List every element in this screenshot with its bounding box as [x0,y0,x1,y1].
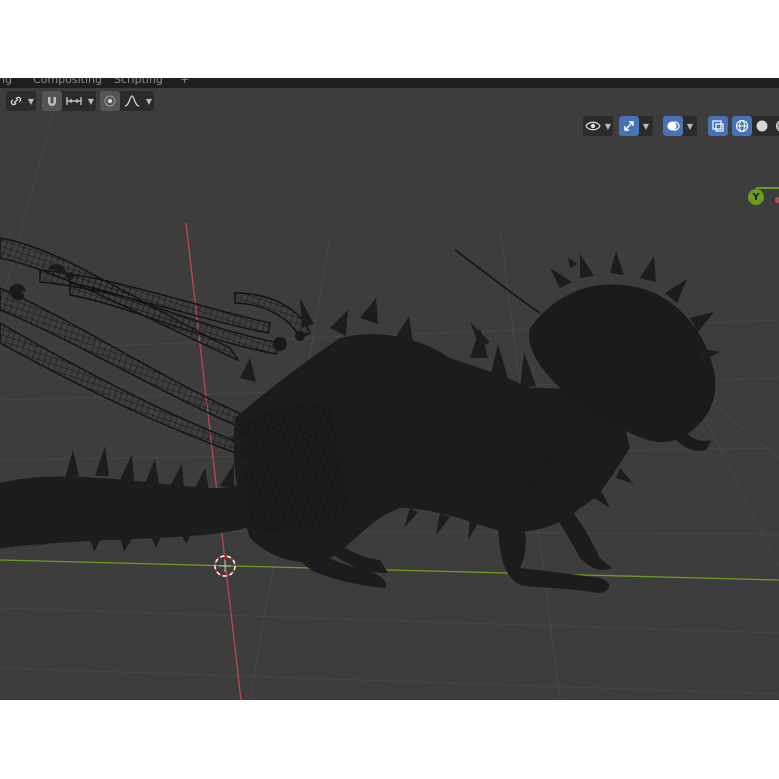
overlay-icon[interactable] [663,116,683,136]
gizmo-toggle-group[interactable]: ▼ [619,116,653,136]
workspace-tab-scripting[interactable]: Scripting [114,78,163,86]
proportional-edit-group[interactable]: ▼ [100,91,154,111]
chevron-down-icon[interactable]: ▼ [639,122,653,131]
dragon-model[interactable] [0,237,720,593]
x-axis-line [185,222,242,700]
chevron-down-icon[interactable]: ▼ [603,122,613,131]
y-axis-line [0,559,779,581]
chevron-down-icon[interactable]: ▼ [86,97,96,106]
magnet-icon[interactable] [42,91,62,111]
workspace-tab-bar: ng Compositing Scripting + [0,78,779,88]
transform-pivot-group[interactable]: ▼ [6,91,36,111]
material-shading-icon[interactable] [772,116,779,136]
chevron-down-icon[interactable]: ▼ [26,97,36,106]
3d-viewport[interactable]: Y ▼ ▼ ▼ ▼ ▼ ▼ [0,88,779,700]
y-axis-gizmo-button[interactable]: Y [748,189,764,205]
add-workspace-button[interactable]: + [180,78,189,86]
blender-window: ng Compositing Scripting + Y ▼ ▼ ▼ ▼ ▼ ▼ [0,78,779,700]
gizmo-icon[interactable] [619,116,639,136]
workspace-tab-partial[interactable]: ng [0,78,12,86]
xray-icon[interactable] [708,116,728,136]
link-icon[interactable] [6,91,26,111]
snap-increment-icon[interactable] [62,91,86,111]
viewport-scene[interactable] [0,88,779,700]
chevron-down-icon[interactable]: ▼ [683,122,697,131]
proportional-edit-icon[interactable] [100,91,120,111]
wireframe-shading-icon[interactable] [732,116,752,136]
shading-mode-group[interactable] [732,116,779,136]
workspace-tab-compositing[interactable]: Compositing [33,78,102,86]
chevron-down-icon[interactable]: ▼ [144,97,154,106]
eye-icon[interactable] [583,116,603,136]
object-visibility-group[interactable]: ▼ [583,116,613,136]
overlay-toggle-group[interactable]: ▼ [663,116,697,136]
falloff-curve-icon[interactable] [120,91,144,111]
solid-shading-icon[interactable] [752,116,772,136]
xray-toggle-group[interactable] [708,116,728,136]
snap-group[interactable]: ▼ [42,91,96,111]
